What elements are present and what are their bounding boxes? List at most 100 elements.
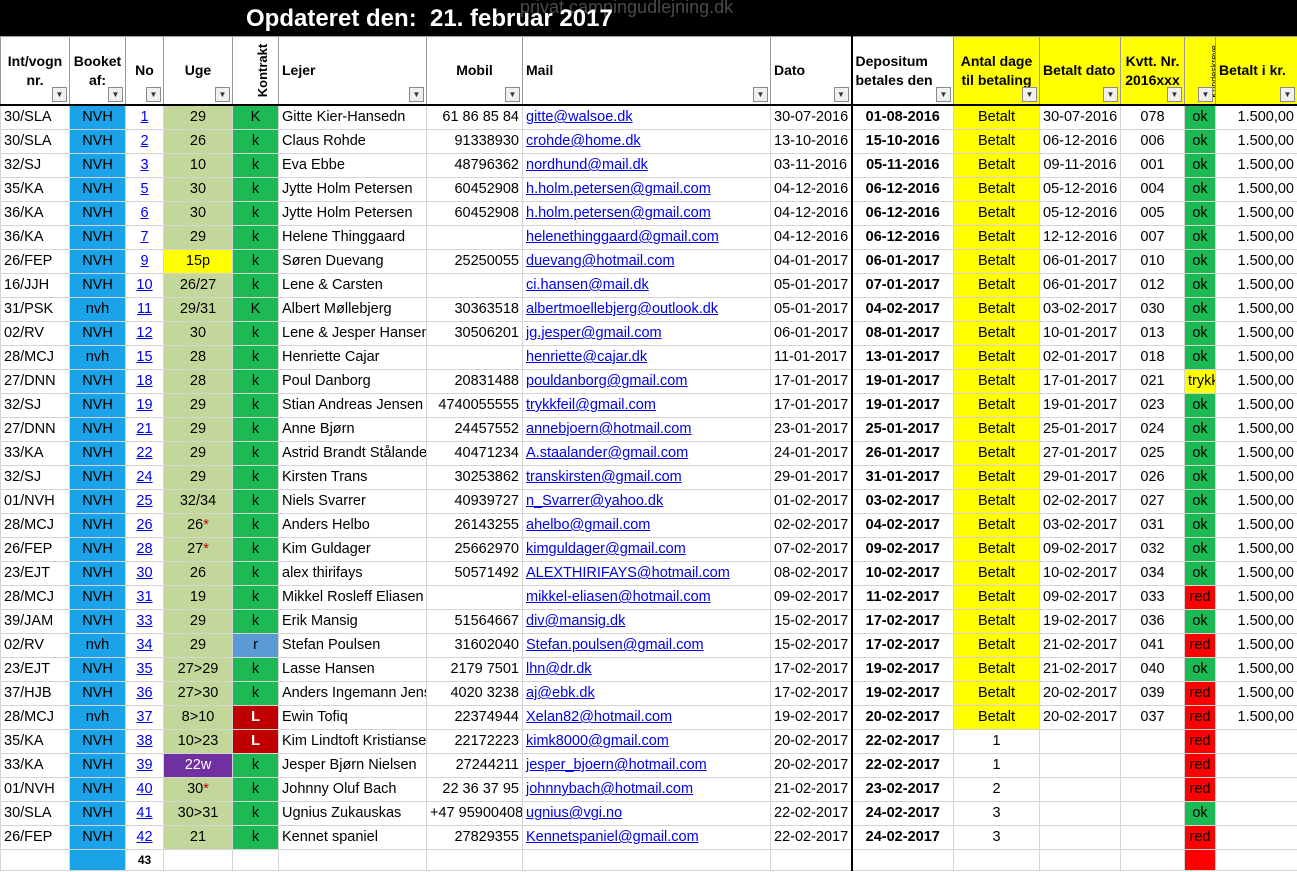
- dropdown-arrow-icon[interactable]: ▼: [52, 87, 67, 102]
- booking-link[interactable]: 10: [136, 277, 152, 293]
- col-header-kundeskreve[interactable]: Kundeskreve ▼: [1184, 36, 1216, 106]
- cell-betalt-dato[interactable]: 27-01-2017: [1039, 441, 1121, 466]
- cell-betalt-kr[interactable]: 1.500,00: [1215, 393, 1297, 418]
- cell-antal[interactable]: Betalt: [953, 705, 1040, 730]
- cell-antal[interactable]: Betalt: [953, 609, 1040, 634]
- cell-betalt-dato[interactable]: 12-12-2016: [1039, 225, 1121, 250]
- cell-lejer[interactable]: alex thirifays: [278, 561, 427, 586]
- cell-mail[interactable]: div@mansig.dk: [522, 609, 771, 634]
- email-link[interactable]: henriette@cajar.dk: [526, 349, 647, 365]
- cell-no[interactable]: 22: [125, 441, 164, 466]
- col-header-antal[interactable]: Antal dage til betaling ▼: [953, 36, 1040, 106]
- cell-betalt-kr[interactable]: 1.500,00: [1215, 177, 1297, 202]
- booking-link[interactable]: 38: [136, 733, 152, 749]
- cell-uge[interactable]: 29: [163, 104, 233, 130]
- cell-kvtt[interactable]: 012: [1120, 273, 1185, 298]
- cell-mail[interactable]: transkirsten@gmail.com: [522, 465, 771, 490]
- cell-status[interactable]: ok: [1184, 561, 1216, 586]
- cell-betalt-kr[interactable]: 1.500,00: [1215, 705, 1297, 730]
- cell-kvtt[interactable]: 040: [1120, 657, 1185, 682]
- cell-uge[interactable]: 8>10: [163, 705, 233, 730]
- cell-kvtt[interactable]: 024: [1120, 417, 1185, 442]
- cell-int[interactable]: 30/SLA: [0, 129, 70, 154]
- cell-no[interactable]: 28: [125, 537, 164, 562]
- cell-status[interactable]: ok: [1184, 657, 1216, 682]
- cell-betalt-kr[interactable]: 1.500,00: [1215, 201, 1297, 226]
- cell-kontrakt[interactable]: k: [232, 513, 279, 538]
- cell-lejer[interactable]: Anne Bjørn: [278, 417, 427, 442]
- email-link[interactable]: kimguldager@gmail.com: [526, 541, 686, 557]
- cell-betalt-dato[interactable]: [1039, 729, 1121, 754]
- cell-dato[interactable]: 13-10-2016: [770, 129, 852, 154]
- cell-no[interactable]: 42: [125, 825, 164, 850]
- cell-mail[interactable]: h.holm.petersen@gmail.com: [522, 201, 771, 226]
- cell-kvtt[interactable]: 010: [1120, 249, 1185, 274]
- cell-depositum[interactable]: 08-01-2017: [850, 321, 954, 346]
- dropdown-arrow-icon[interactable]: ▼: [833, 87, 849, 102]
- cell-uge[interactable]: 27*: [163, 537, 233, 562]
- cell-betalt-kr[interactable]: 1.500,00: [1215, 345, 1297, 370]
- cell-booket[interactable]: nvh: [69, 297, 126, 322]
- dropdown-arrow-icon[interactable]: ▼: [1167, 87, 1182, 102]
- booking-link[interactable]: 37: [136, 709, 152, 725]
- cell-mail[interactable]: trykkfeil@gmail.com: [522, 393, 771, 418]
- cell-betalt-dato[interactable]: 05-12-2016: [1039, 201, 1121, 226]
- cell-dato[interactable]: 17-02-2017: [770, 681, 852, 706]
- cell-betalt-kr[interactable]: 1.500,00: [1215, 465, 1297, 490]
- booking-link[interactable]: 35: [136, 661, 152, 677]
- cell-no[interactable]: 19: [125, 393, 164, 418]
- cell-betalt-dato[interactable]: 10-02-2017: [1039, 561, 1121, 586]
- cell-betalt-kr[interactable]: [1215, 729, 1297, 754]
- cell-mobil[interactable]: 27829355: [426, 825, 523, 850]
- booking-link[interactable]: 12: [136, 325, 152, 341]
- email-link[interactable]: trykkfeil@gmail.com: [526, 397, 656, 413]
- cell-uge[interactable]: 29: [163, 225, 233, 250]
- cell-status[interactable]: red: [1184, 705, 1216, 730]
- booking-link[interactable]: 5: [140, 181, 148, 197]
- cell-antal[interactable]: Betalt: [953, 201, 1040, 226]
- cell-dato[interactable]: 01-02-2017: [770, 489, 852, 514]
- cell-betalt-dato[interactable]: 10-01-2017: [1039, 321, 1121, 346]
- cell-depositum[interactable]: 09-02-2017: [850, 537, 954, 562]
- cell-kontrakt[interactable]: k: [232, 657, 279, 682]
- cell-mobil[interactable]: 30506201: [426, 321, 523, 346]
- cell-betalt-kr[interactable]: [1215, 825, 1297, 850]
- email-link[interactable]: div@mansig.dk: [526, 613, 625, 629]
- cell-status[interactable]: ok: [1184, 609, 1216, 634]
- cell-antal[interactable]: Betalt: [953, 321, 1040, 346]
- cell-no[interactable]: 33: [125, 609, 164, 634]
- cell-mobil[interactable]: 22374944: [426, 705, 523, 730]
- cell-depositum[interactable]: 24-02-2017: [850, 825, 954, 850]
- cell-kvtt[interactable]: 005: [1120, 201, 1185, 226]
- cell-depositum[interactable]: 13-01-2017: [850, 345, 954, 370]
- cell-mobil[interactable]: [426, 225, 523, 250]
- booking-link[interactable]: 18: [136, 373, 152, 389]
- cell-antal[interactable]: Betalt: [953, 104, 1040, 130]
- cell-mail[interactable]: johnnybach@hotmail.com: [522, 777, 771, 802]
- cell-booket[interactable]: NVH: [69, 561, 126, 586]
- dropdown-arrow-icon[interactable]: ▼: [505, 87, 520, 102]
- cell-betalt-kr[interactable]: 1.500,00: [1215, 633, 1297, 658]
- booking-link[interactable]: 33: [136, 613, 152, 629]
- cell-mobil[interactable]: 22 36 37 95: [426, 777, 523, 802]
- email-link[interactable]: albertmoellebjerg@outlook.dk: [526, 301, 718, 317]
- cell-antal[interactable]: Betalt: [953, 273, 1040, 298]
- cell-int[interactable]: 16/JJH: [0, 273, 70, 298]
- cell-dato[interactable]: 17-01-2017: [770, 393, 852, 418]
- cell-betalt-dato[interactable]: 03-02-2017: [1039, 513, 1121, 538]
- cell-depositum[interactable]: 04-02-2017: [850, 513, 954, 538]
- cell-uge[interactable]: 29: [163, 465, 233, 490]
- cell-dato[interactable]: 19-02-2017: [770, 705, 852, 730]
- booking-link[interactable]: 15: [136, 349, 152, 365]
- cell-no[interactable]: 30: [125, 561, 164, 586]
- email-link[interactable]: n_Svarrer@yahoo.dk: [526, 493, 663, 509]
- booking-link[interactable]: 6: [140, 205, 148, 221]
- cell-mail[interactable]: duevang@hotmail.com: [522, 249, 771, 274]
- cell-mobil[interactable]: 27244211: [426, 753, 523, 778]
- cell-mail[interactable]: kimguldager@gmail.com: [522, 537, 771, 562]
- cell-mobil[interactable]: 25662970: [426, 537, 523, 562]
- cell-int[interactable]: 36/KA: [0, 201, 70, 226]
- cell-booket[interactable]: NVH: [69, 585, 126, 610]
- cell-int[interactable]: 31/PSK: [0, 297, 70, 322]
- cell-betalt-kr[interactable]: 1.500,00: [1215, 369, 1297, 394]
